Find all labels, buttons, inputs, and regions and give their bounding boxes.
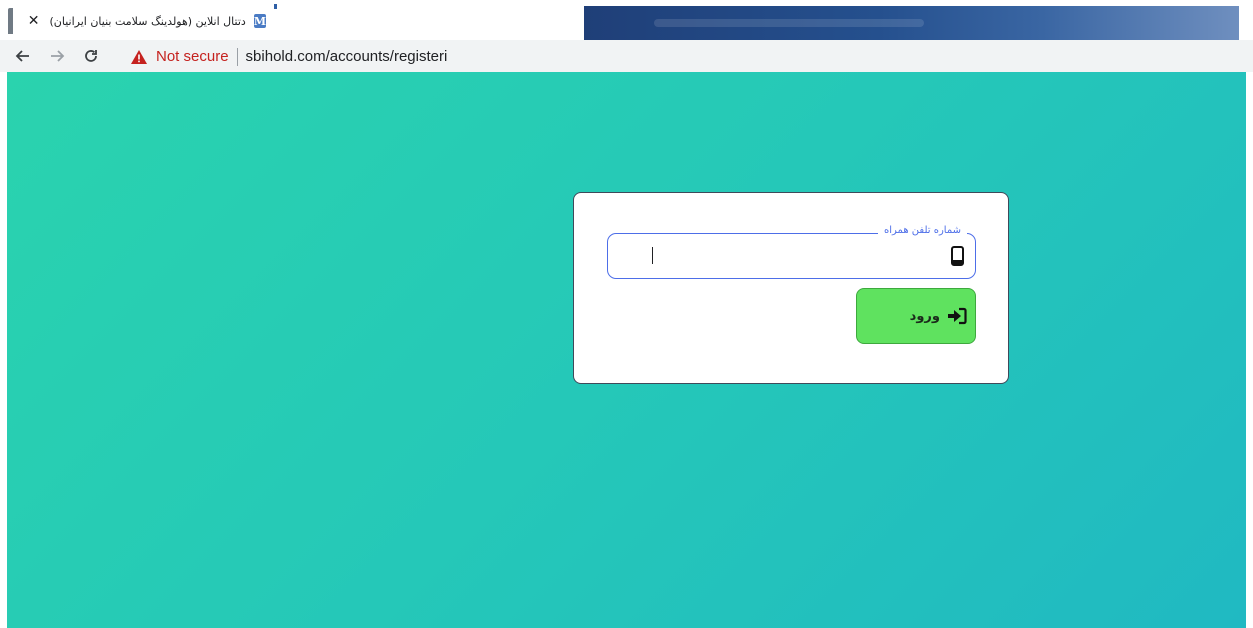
forward-arrow-icon bbox=[51, 50, 65, 62]
back-arrow-icon bbox=[15, 50, 29, 62]
url-text[interactable]: sbihold.com/accounts/registeri bbox=[246, 48, 448, 65]
text-caret bbox=[652, 247, 653, 264]
reload-button[interactable] bbox=[80, 45, 102, 67]
tab-edge bbox=[8, 8, 13, 34]
tab-close-icon[interactable]: ✕ bbox=[28, 14, 40, 28]
phone-input[interactable] bbox=[618, 243, 938, 269]
login-button-label: ورود bbox=[909, 308, 940, 324]
browser-tabstrip: M دتتال انلاین (هولدینگ سلامت بنیان ایرا… bbox=[0, 0, 1253, 40]
sign-in-icon bbox=[948, 307, 967, 325]
site-favicon-icon: M bbox=[253, 14, 266, 28]
login-button[interactable]: ورود bbox=[856, 288, 976, 344]
warning-triangle-icon[interactable] bbox=[130, 49, 148, 65]
mobile-phone-icon bbox=[951, 246, 964, 266]
login-card: شماره تلفن همراه ورود bbox=[573, 192, 1009, 384]
reload-icon bbox=[85, 50, 97, 62]
back-button[interactable] bbox=[12, 45, 34, 67]
address-divider bbox=[236, 47, 238, 66]
browser-tab[interactable]: M دتتال انلاین (هولدینگ سلامت بنیان ایرا… bbox=[18, 6, 276, 36]
tab-title: دتتال انلاین (هولدینگ سلامت بنیان ایرانی… bbox=[49, 14, 246, 28]
page-background: شماره تلفن همراه ورود bbox=[7, 72, 1246, 628]
browser-toolbar: Not secure sbihold.com/accounts/register… bbox=[0, 40, 1253, 72]
phone-field-label: شماره تلفن همراه bbox=[878, 225, 967, 236]
phone-field[interactable]: شماره تلفن همراه bbox=[607, 225, 976, 279]
address-bar[interactable]: Not secure sbihold.com/accounts/register… bbox=[126, 44, 1246, 69]
background-window-banner bbox=[584, 6, 1239, 40]
forward-button[interactable] bbox=[46, 45, 68, 67]
security-label[interactable]: Not secure bbox=[156, 48, 229, 65]
tab-corner-mark bbox=[274, 4, 277, 9]
